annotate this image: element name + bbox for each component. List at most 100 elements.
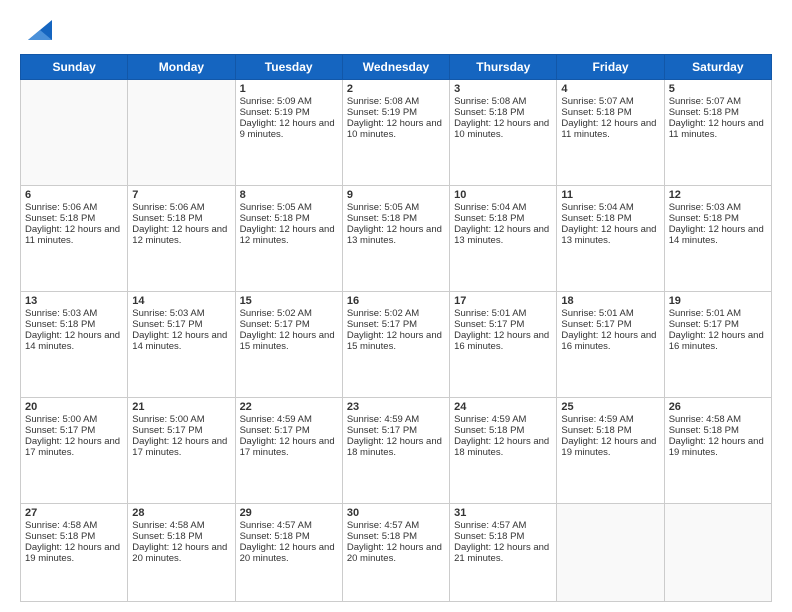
day-number: 19 bbox=[669, 295, 767, 307]
calendar-cell: 11Sunrise: 5:04 AMSunset: 5:18 PMDayligh… bbox=[557, 185, 664, 291]
day-number: 7 bbox=[132, 189, 230, 201]
day-info: Daylight: 12 hours and 16 minutes. bbox=[454, 330, 552, 352]
day-info: Daylight: 12 hours and 15 minutes. bbox=[347, 330, 445, 352]
day-info: Sunset: 5:17 PM bbox=[132, 319, 230, 330]
day-info: Daylight: 12 hours and 19 minutes. bbox=[25, 542, 123, 564]
day-number: 10 bbox=[454, 189, 552, 201]
day-info: Sunset: 5:18 PM bbox=[347, 531, 445, 542]
day-info: Sunrise: 5:05 AM bbox=[240, 202, 338, 213]
day-info: Sunrise: 5:04 AM bbox=[561, 202, 659, 213]
day-info: Sunset: 5:19 PM bbox=[347, 107, 445, 118]
day-info: Sunset: 5:18 PM bbox=[561, 425, 659, 436]
day-info: Sunset: 5:17 PM bbox=[240, 425, 338, 436]
page: SundayMondayTuesdayWednesdayThursdayFrid… bbox=[0, 0, 792, 612]
day-number: 13 bbox=[25, 295, 123, 307]
calendar-cell bbox=[128, 80, 235, 186]
day-info: Sunset: 5:18 PM bbox=[561, 213, 659, 224]
day-number: 25 bbox=[561, 401, 659, 413]
day-info: Sunset: 5:18 PM bbox=[561, 107, 659, 118]
day-info: Sunrise: 4:59 AM bbox=[347, 414, 445, 425]
day-number: 29 bbox=[240, 507, 338, 519]
weekday-header: Monday bbox=[128, 55, 235, 80]
day-info: Daylight: 12 hours and 19 minutes. bbox=[669, 436, 767, 458]
calendar-cell: 23Sunrise: 4:59 AMSunset: 5:17 PMDayligh… bbox=[342, 397, 449, 503]
day-info: Daylight: 12 hours and 14 minutes. bbox=[669, 224, 767, 246]
day-number: 15 bbox=[240, 295, 338, 307]
calendar-cell: 20Sunrise: 5:00 AMSunset: 5:17 PMDayligh… bbox=[21, 397, 128, 503]
day-info: Sunrise: 5:07 AM bbox=[669, 96, 767, 107]
day-info: Daylight: 12 hours and 21 minutes. bbox=[454, 542, 552, 564]
day-number: 31 bbox=[454, 507, 552, 519]
day-info: Sunrise: 5:08 AM bbox=[347, 96, 445, 107]
day-info: Sunrise: 4:59 AM bbox=[240, 414, 338, 425]
day-info: Daylight: 12 hours and 14 minutes. bbox=[132, 330, 230, 352]
day-info: Sunrise: 5:03 AM bbox=[132, 308, 230, 319]
day-info: Daylight: 12 hours and 14 minutes. bbox=[25, 330, 123, 352]
day-info: Daylight: 12 hours and 10 minutes. bbox=[347, 118, 445, 140]
calendar-cell: 22Sunrise: 4:59 AMSunset: 5:17 PMDayligh… bbox=[235, 397, 342, 503]
calendar-cell bbox=[664, 503, 771, 601]
day-info: Sunrise: 4:57 AM bbox=[240, 520, 338, 531]
day-info: Sunset: 5:18 PM bbox=[240, 213, 338, 224]
day-info: Sunrise: 5:08 AM bbox=[454, 96, 552, 107]
calendar-cell: 10Sunrise: 5:04 AMSunset: 5:18 PMDayligh… bbox=[450, 185, 557, 291]
calendar-cell bbox=[557, 503, 664, 601]
day-number: 26 bbox=[669, 401, 767, 413]
day-info: Sunset: 5:18 PM bbox=[454, 107, 552, 118]
day-info: Sunrise: 5:01 AM bbox=[454, 308, 552, 319]
day-number: 9 bbox=[347, 189, 445, 201]
day-info: Sunset: 5:17 PM bbox=[240, 319, 338, 330]
header bbox=[20, 16, 772, 44]
day-number: 24 bbox=[454, 401, 552, 413]
day-info: Sunset: 5:18 PM bbox=[669, 213, 767, 224]
day-info: Sunset: 5:19 PM bbox=[240, 107, 338, 118]
day-info: Sunset: 5:17 PM bbox=[561, 319, 659, 330]
calendar-cell: 13Sunrise: 5:03 AMSunset: 5:18 PMDayligh… bbox=[21, 291, 128, 397]
day-number: 28 bbox=[132, 507, 230, 519]
calendar-cell: 24Sunrise: 4:59 AMSunset: 5:18 PMDayligh… bbox=[450, 397, 557, 503]
day-info: Sunset: 5:18 PM bbox=[240, 531, 338, 542]
day-number: 12 bbox=[669, 189, 767, 201]
day-info: Daylight: 12 hours and 12 minutes. bbox=[132, 224, 230, 246]
day-info: Daylight: 12 hours and 11 minutes. bbox=[25, 224, 123, 246]
day-info: Sunset: 5:18 PM bbox=[454, 425, 552, 436]
day-info: Sunrise: 5:03 AM bbox=[25, 308, 123, 319]
day-info: Daylight: 12 hours and 18 minutes. bbox=[347, 436, 445, 458]
day-info: Sunset: 5:18 PM bbox=[347, 213, 445, 224]
day-info: Sunrise: 5:02 AM bbox=[240, 308, 338, 319]
day-info: Sunset: 5:18 PM bbox=[454, 531, 552, 542]
day-info: Daylight: 12 hours and 20 minutes. bbox=[240, 542, 338, 564]
day-info: Sunrise: 5:01 AM bbox=[669, 308, 767, 319]
day-info: Sunset: 5:17 PM bbox=[347, 319, 445, 330]
day-info: Daylight: 12 hours and 17 minutes. bbox=[132, 436, 230, 458]
day-info: Sunset: 5:17 PM bbox=[347, 425, 445, 436]
day-info: Daylight: 12 hours and 20 minutes. bbox=[132, 542, 230, 564]
day-info: Daylight: 12 hours and 10 minutes. bbox=[454, 118, 552, 140]
day-number: 30 bbox=[347, 507, 445, 519]
day-info: Daylight: 12 hours and 13 minutes. bbox=[454, 224, 552, 246]
calendar-cell: 17Sunrise: 5:01 AMSunset: 5:17 PMDayligh… bbox=[450, 291, 557, 397]
day-number: 22 bbox=[240, 401, 338, 413]
day-info: Daylight: 12 hours and 18 minutes. bbox=[454, 436, 552, 458]
day-number: 5 bbox=[669, 83, 767, 95]
day-info: Daylight: 12 hours and 16 minutes. bbox=[669, 330, 767, 352]
calendar-cell: 27Sunrise: 4:58 AMSunset: 5:18 PMDayligh… bbox=[21, 503, 128, 601]
day-info: Sunset: 5:18 PM bbox=[669, 107, 767, 118]
day-info: Daylight: 12 hours and 19 minutes. bbox=[561, 436, 659, 458]
weekday-header: Sunday bbox=[21, 55, 128, 80]
day-number: 1 bbox=[240, 83, 338, 95]
day-number: 18 bbox=[561, 295, 659, 307]
day-info: Daylight: 12 hours and 11 minutes. bbox=[561, 118, 659, 140]
day-info: Daylight: 12 hours and 17 minutes. bbox=[240, 436, 338, 458]
calendar-cell: 14Sunrise: 5:03 AMSunset: 5:17 PMDayligh… bbox=[128, 291, 235, 397]
day-info: Sunrise: 4:57 AM bbox=[454, 520, 552, 531]
day-number: 11 bbox=[561, 189, 659, 201]
day-info: Sunset: 5:18 PM bbox=[454, 213, 552, 224]
day-number: 27 bbox=[25, 507, 123, 519]
day-info: Sunrise: 5:02 AM bbox=[347, 308, 445, 319]
calendar-cell: 30Sunrise: 4:57 AMSunset: 5:18 PMDayligh… bbox=[342, 503, 449, 601]
day-info: Sunset: 5:18 PM bbox=[132, 213, 230, 224]
day-info: Sunrise: 5:06 AM bbox=[25, 202, 123, 213]
day-info: Sunrise: 5:09 AM bbox=[240, 96, 338, 107]
day-info: Daylight: 12 hours and 15 minutes. bbox=[240, 330, 338, 352]
